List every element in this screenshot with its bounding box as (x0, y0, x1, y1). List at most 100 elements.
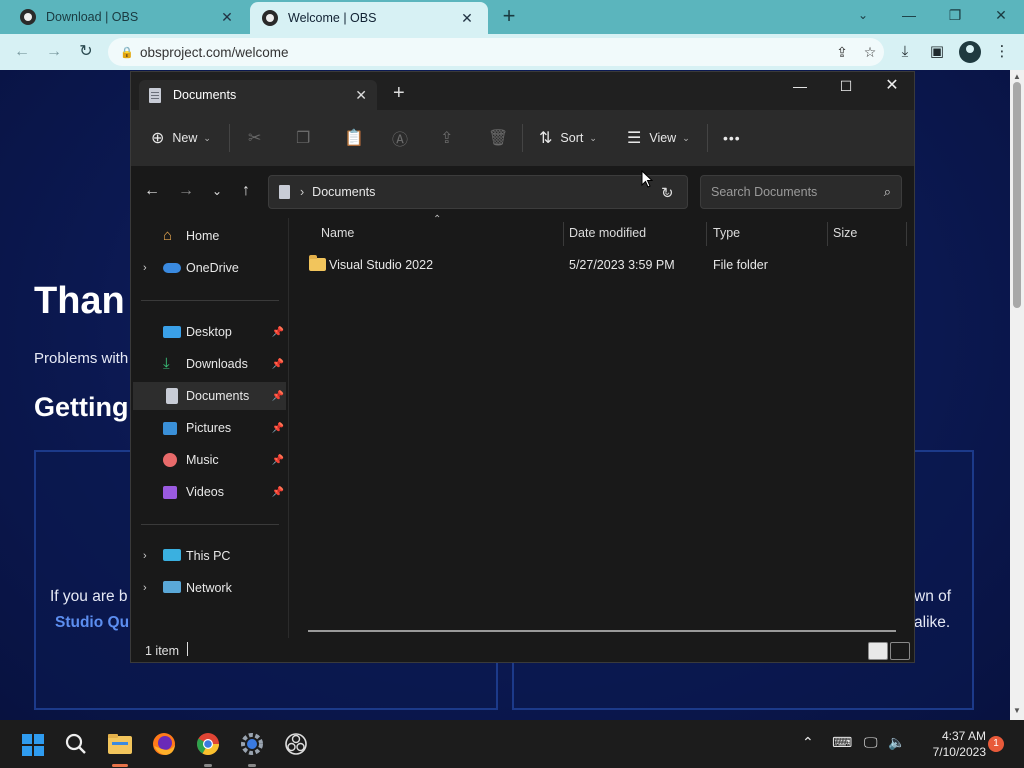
taskbar-chrome[interactable] (192, 728, 224, 767)
minimize-button[interactable]: — (886, 0, 932, 34)
column-separator[interactable] (906, 222, 907, 246)
sidebar-item-onedrive[interactable]: › OneDrive (133, 254, 286, 282)
pin-icon[interactable]: 📌 (272, 359, 284, 370)
expand-chevron-icon[interactable]: › (143, 582, 147, 594)
back-arrow-icon[interactable]: ← (141, 182, 163, 200)
share-button[interactable]: ⇪ (440, 126, 461, 150)
share-icon[interactable]: ⇪ (828, 44, 856, 61)
column-separator[interactable] (827, 222, 828, 246)
page-scrollbar[interactable]: ▲ ▼ (1010, 70, 1024, 720)
sidebar-item-documents[interactable]: Documents 📌 (133, 382, 286, 410)
pin-icon[interactable]: 📌 (272, 423, 284, 434)
explorer-minimize-button[interactable]: — (777, 72, 823, 102)
search-icon (65, 733, 86, 754)
column-header-type[interactable]: Type (713, 226, 740, 240)
system-clock[interactable]: 4:37 AM 7/10/2023 (912, 728, 986, 760)
menu-kebab-icon[interactable]: ⋮ (990, 40, 1014, 64)
pin-icon[interactable]: 📌 (272, 391, 284, 402)
reload-button[interactable]: ↻ (74, 40, 98, 64)
expand-chevron-icon[interactable]: › (143, 262, 147, 274)
sidebar-item-desktop[interactable]: Desktop 📌 (133, 318, 286, 346)
paste-button[interactable]: 📋 (344, 126, 372, 150)
new-button[interactable]: ⊕ New ⌄ (151, 126, 211, 150)
nav-label: Documents (186, 389, 250, 403)
item-count: 1 item (145, 644, 180, 658)
scroll-down-arrow-icon[interactable]: ▼ (1010, 706, 1024, 715)
sidebar-item-pictures[interactable]: Pictures 📌 (133, 414, 286, 442)
notification-badge[interactable]: 1 (988, 736, 1004, 752)
search-input[interactable]: Search Documents ⌕ (700, 175, 902, 209)
taskbar-firefox[interactable] (148, 728, 180, 760)
explorer-new-tab-button[interactable]: + (393, 82, 405, 105)
volume-icon[interactable]: 🔈 (888, 734, 905, 751)
sidebar-item-home[interactable]: ⌂ Home (133, 222, 286, 250)
see-more-button[interactable]: ••• (723, 126, 741, 150)
taskbar-file-explorer[interactable] (104, 728, 136, 767)
sidebar-item-this-pc[interactable]: › This PC (133, 542, 286, 570)
taskbar-obs[interactable] (280, 728, 312, 760)
column-header-size[interactable]: Size (833, 226, 857, 240)
tiles-view-button[interactable] (890, 642, 910, 660)
breadcrumb[interactable]: Documents (312, 185, 663, 199)
sort-button[interactable]: ⇅ Sort ⌄ (539, 126, 597, 150)
back-button[interactable]: ← (10, 40, 34, 64)
rename-button[interactable]: Ⓐ (392, 126, 416, 150)
browser-tab-title: Welcome | OBS (288, 11, 377, 25)
delete-button[interactable]: 🗑 (488, 126, 516, 150)
sidebar-item-downloads[interactable]: ⤓ Downloads 📌 (133, 350, 286, 378)
pin-icon[interactable]: 📌 (272, 487, 284, 498)
scroll-up-arrow-icon[interactable]: ▲ (1010, 72, 1024, 81)
close-tab-icon[interactable]: ✕ (355, 87, 367, 104)
tray-overflow-chevron-icon[interactable]: ⌃ (802, 734, 814, 751)
new-label: New (172, 131, 198, 145)
pin-icon[interactable]: 📌 (272, 327, 284, 338)
column-separator[interactable] (706, 222, 707, 246)
sidebar-item-videos[interactable]: Videos 📌 (133, 478, 286, 506)
table-row[interactable]: Visual Studio 2022 5/27/2023 3:59 PM Fil… (305, 255, 903, 277)
refresh-icon[interactable]: ↻ (661, 184, 674, 202)
sidebar-item-network[interactable]: › Network (133, 574, 286, 602)
start-button[interactable] (14, 728, 46, 760)
document-icon (166, 388, 178, 404)
recent-locations-chevron-icon[interactable]: ⌄ (206, 184, 228, 198)
browser-tab-welcome[interactable]: Welcome | OBS ✕ (250, 2, 488, 34)
column-separator[interactable] (563, 222, 564, 246)
card-left-link[interactable]: Studio Qu (55, 614, 129, 632)
browser-tab-download[interactable]: Download | OBS ✕ (8, 0, 248, 34)
cut-button[interactable]: ✂ (248, 126, 269, 150)
copy-button[interactable]: ❐ (296, 126, 318, 150)
expand-chevron-icon[interactable]: › (143, 550, 147, 562)
column-header-name[interactable]: Name (321, 226, 354, 240)
close-tab-icon[interactable]: ✕ (458, 10, 476, 27)
column-header-date-modified[interactable]: Date modified (569, 226, 646, 240)
side-panel-icon[interactable]: ▣ (925, 40, 949, 64)
status-divider (187, 642, 188, 656)
download-icon[interactable]: ⤓ (893, 40, 917, 64)
tab-search-icon[interactable]: ⌄ (840, 0, 886, 34)
view-button[interactable]: ☰ View ⌄ (627, 126, 690, 150)
explorer-address-bar[interactable]: › Documents ⌄ (268, 175, 688, 209)
up-arrow-icon[interactable]: ↑ (235, 182, 257, 200)
explorer-maximize-button[interactable]: ☐ (823, 72, 869, 102)
address-bar[interactable]: 🔒 obsproject.com/welcome ⇪ ☆ (108, 38, 884, 66)
explorer-close-button[interactable]: ✕ (869, 72, 915, 102)
network-monitor-icon[interactable]: 🖵 (864, 734, 878, 751)
scrollbar-thumb[interactable] (1013, 82, 1021, 308)
view-label: View (649, 131, 677, 145)
profile-avatar[interactable] (959, 41, 981, 63)
details-view-button[interactable] (868, 642, 888, 660)
forward-arrow-icon[interactable]: → (175, 182, 197, 200)
bookmark-star-icon[interactable]: ☆ (856, 44, 884, 61)
close-window-button[interactable]: ✕ (978, 0, 1024, 34)
horizontal-scrollbar[interactable] (308, 630, 896, 632)
pin-icon[interactable]: 📌 (272, 455, 284, 466)
new-tab-button[interactable]: + (497, 4, 521, 30)
taskbar-settings[interactable] (236, 728, 268, 767)
search-button[interactable] (60, 728, 92, 760)
sidebar-item-music[interactable]: Music 📌 (133, 446, 286, 474)
close-tab-icon[interactable]: ✕ (218, 9, 236, 26)
restore-button[interactable]: ❐ (932, 0, 978, 34)
forward-button[interactable]: → (42, 40, 66, 64)
keyboard-icon[interactable]: ⌨ (832, 734, 852, 751)
explorer-tab-documents[interactable]: Documents ✕ (139, 80, 377, 110)
